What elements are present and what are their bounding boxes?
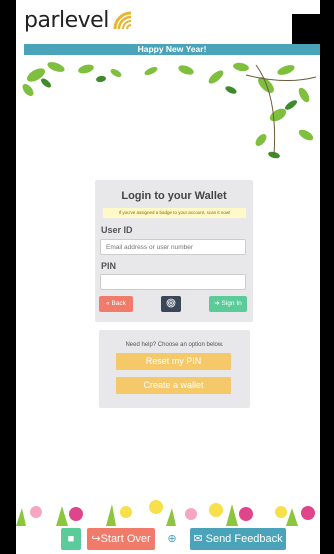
user-id-input[interactable] [100,239,246,255]
send-feedback-label: Send Feedback [205,533,283,545]
login-title: Login to your Wallet [121,190,227,202]
bottom-toolbar: ■ ↪Start Over ⊕ ✉ Send Feedback [16,526,320,554]
brand-name: parlevel [24,8,109,33]
fingerprint-button[interactable] [161,296,181,312]
fingerprint-icon [166,298,176,308]
back-button-label: Back [111,300,126,307]
reset-pin-button[interactable]: Reset my PIN [116,353,231,370]
top-bar: parlevel [16,0,320,46]
sign-in-button-label: Sign In [221,300,242,307]
cart-button[interactable]: ■ [61,528,81,550]
top-right-black-block [292,14,320,46]
wifi-logo-icon [113,11,132,30]
pin-label: PIN [101,261,117,271]
truck-icon: ■ [67,533,75,545]
sign-in-button[interactable]: ➜ Sign In [209,296,247,312]
app-frame: parlevel Happy New Year! Login to your W… [16,0,320,554]
envelope-icon: ✉ [193,533,203,545]
start-over-icon: ↪ [91,533,101,545]
help-text: Need help? Choose an option below. [125,342,224,348]
send-feedback-button[interactable]: ✉ Send Feedback [190,528,286,550]
create-wallet-button[interactable]: Create a wallet [116,377,231,394]
back-button[interactable]: « Back [99,296,133,312]
flowers-decoration [16,500,315,526]
user-id-label: User ID [101,225,133,235]
language-button[interactable]: ⊕ [162,528,182,550]
badge-scan-note: If you've assigned a badge to your accou… [103,208,246,218]
sign-in-icon: ➜ [214,300,220,307]
holiday-banner: Happy New Year! [24,44,320,55]
leaves-decoration [22,62,317,159]
pin-input[interactable] [100,274,246,290]
start-over-label: Start Over [100,533,151,545]
back-arrow-icon: « [106,300,110,307]
help-card: Need help? Choose an option below. Reset… [99,330,250,408]
brand-logo: parlevel [24,8,137,33]
login-card: Login to your Wallet If you've assigned … [95,180,253,322]
start-over-button[interactable]: ↪Start Over [87,528,155,550]
globe-icon: ⊕ [167,533,177,545]
